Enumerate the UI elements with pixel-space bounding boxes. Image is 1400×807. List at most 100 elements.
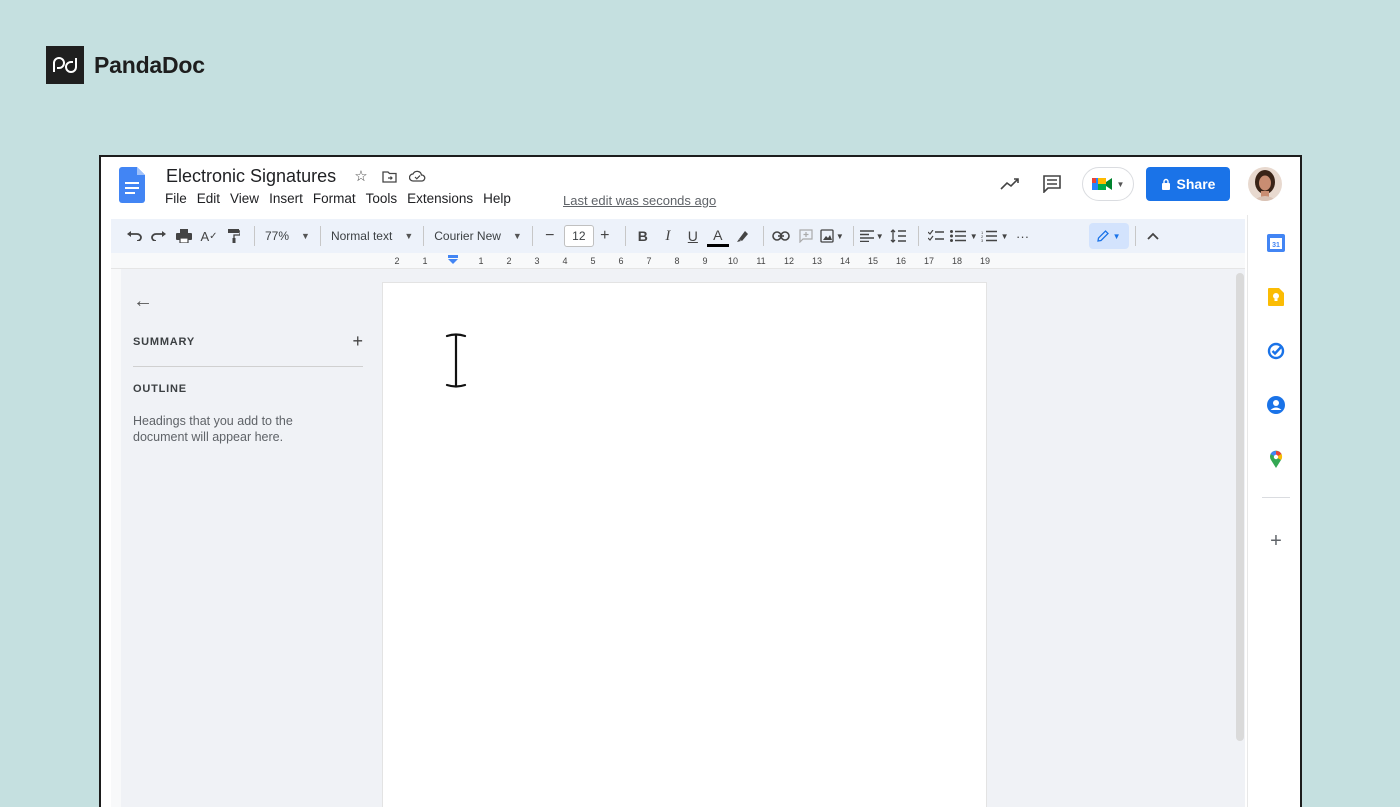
side-panel-divider (1262, 497, 1290, 498)
align-icon[interactable]: ▼ (859, 224, 884, 248)
add-summary-icon[interactable]: + (352, 331, 363, 352)
last-edit-link[interactable]: Last edit was seconds ago (563, 193, 716, 208)
horizontal-ruler[interactable]: 2 1 1 2 3 4 5 6 7 8 9 10 11 12 13 14 15 … (111, 253, 1245, 269)
outline-panel: ← SUMMARY + OUTLINE Headings that you ad… (133, 289, 373, 445)
insert-image-icon[interactable]: ▼ (820, 224, 844, 248)
docs-window: Electronic Signatures ☆ File Edit View I… (99, 155, 1302, 807)
paint-format-icon[interactable] (223, 224, 245, 248)
ruler-indent-marker-icon[interactable] (439, 255, 467, 267)
font-size-input[interactable]: 12 (563, 225, 594, 247)
contacts-icon[interactable] (1266, 395, 1286, 415)
toolbar-divider (624, 226, 626, 246)
menu-format[interactable]: Format (313, 191, 356, 206)
share-button[interactable]: Share (1146, 167, 1230, 201)
text-cursor-icon (445, 333, 467, 388)
highlight-color-icon[interactable] (732, 224, 754, 248)
calendar-icon[interactable]: 31 (1266, 233, 1286, 253)
ruler-label: 14 (839, 256, 850, 266)
maps-icon[interactable] (1266, 449, 1286, 469)
ruler-label: 1 (478, 256, 484, 266)
zoom-value: 77% (265, 229, 290, 243)
menu-help[interactable]: Help (483, 191, 511, 206)
svg-text:31: 31 (1272, 242, 1280, 249)
summary-label: SUMMARY (133, 335, 196, 348)
more-options-icon[interactable]: ··· (1012, 224, 1034, 248)
menu-file[interactable]: File (165, 191, 187, 206)
add-comment-icon[interactable] (795, 224, 817, 248)
back-arrow-icon[interactable]: ← (133, 289, 157, 313)
menu-insert[interactable]: Insert (269, 191, 303, 206)
document-title[interactable]: Electronic Signatures (166, 166, 336, 187)
vertical-ruler[interactable] (111, 269, 121, 807)
tasks-icon[interactable] (1266, 341, 1286, 361)
vertical-scrollbar[interactable] (1236, 273, 1244, 741)
ruler-label: 1 (422, 256, 428, 266)
underline-icon[interactable]: U (682, 224, 704, 248)
undo-icon[interactable] (123, 224, 145, 248)
menu-tools[interactable]: Tools (366, 191, 398, 206)
outline-label: OUTLINE (133, 383, 187, 395)
move-folder-icon[interactable] (380, 167, 398, 185)
chevron-down-icon: ▼ (301, 231, 310, 241)
font-family-value: Courier New (434, 229, 501, 243)
cloud-status-icon[interactable] (408, 167, 426, 185)
bold-icon[interactable]: B (632, 224, 654, 248)
outline-hint: Headings that you add to the document wi… (133, 414, 293, 444)
bulleted-list-icon[interactable]: ▼ (949, 224, 978, 248)
ruler-label: 16 (895, 256, 906, 266)
outline-divider (133, 366, 363, 367)
meet-chevron-icon: ▼ (1116, 179, 1125, 189)
spellcheck-icon[interactable]: A ✓ (198, 224, 220, 248)
toolbar-divider (762, 226, 764, 246)
decrease-font-size-button[interactable]: − (539, 224, 561, 248)
paragraph-style-select[interactable]: Normal text ▼ (327, 229, 417, 243)
font-family-select[interactable]: Courier New ▼ (430, 229, 526, 243)
italic-icon[interactable]: I (657, 224, 679, 248)
keep-icon[interactable] (1266, 287, 1286, 307)
toolbar-divider (423, 226, 425, 246)
pandadoc-brand: PandaDoc (46, 46, 205, 84)
side-panel: 31 + (1247, 215, 1300, 807)
line-spacing-icon[interactable] (887, 224, 909, 248)
menu-view[interactable]: View (230, 191, 259, 206)
ruler-label: 2 (506, 256, 512, 266)
document-canvas: ← SUMMARY + OUTLINE Headings that you ad… (111, 269, 1245, 807)
title-bar: Electronic Signatures ☆ File Edit View I… (101, 157, 1300, 215)
editing-mode-button[interactable]: ▼ (1088, 223, 1129, 249)
ruler-label: 7 (646, 256, 652, 266)
activity-dashboard-icon[interactable] (996, 170, 1024, 198)
checklist-icon[interactable] (925, 224, 947, 248)
menu-extensions[interactable]: Extensions (407, 191, 473, 206)
numbered-list-icon[interactable]: 123 ▼ (981, 224, 1009, 248)
zoom-select[interactable]: 77% ▼ (261, 229, 314, 243)
link-icon[interactable] (770, 224, 792, 248)
menu-edit[interactable]: Edit (197, 191, 220, 206)
chevron-down-icon: ▼ (1112, 231, 1121, 241)
ruler-label: 19 (979, 256, 990, 266)
brand-name: PandaDoc (94, 51, 205, 78)
ruler-label: 8 (674, 256, 680, 266)
toolbar-divider (319, 226, 321, 246)
ruler-label: 9 (702, 256, 708, 266)
comments-icon[interactable] (1038, 170, 1066, 198)
toolbar-divider (852, 226, 854, 246)
hide-menus-icon[interactable] (1142, 224, 1164, 248)
add-icon[interactable]: + (1266, 530, 1286, 552)
share-label: Share (1176, 176, 1216, 192)
chevron-down-icon: ▼ (404, 231, 414, 241)
avatar[interactable] (1248, 167, 1282, 201)
text-color-icon[interactable]: A (706, 225, 729, 247)
docs-logo-icon[interactable] (119, 167, 145, 203)
redo-icon[interactable] (148, 224, 170, 248)
paragraph-style-value: Normal text (330, 229, 393, 243)
print-icon[interactable] (173, 224, 195, 248)
ruler-label: 10 (727, 256, 738, 266)
document-page[interactable] (383, 283, 986, 807)
toolbar-divider (531, 226, 533, 246)
ruler-label: 4 (562, 256, 568, 266)
increase-font-size-button[interactable]: + (594, 224, 616, 248)
formatting-toolbar: A ✓ 77% ▼ Normal text ▼ Courier New ▼ − 1… (111, 219, 1245, 253)
meet-button[interactable]: ▼ (1082, 167, 1134, 201)
star-icon[interactable]: ☆ (352, 167, 370, 185)
pandadoc-logo-icon (46, 46, 84, 84)
